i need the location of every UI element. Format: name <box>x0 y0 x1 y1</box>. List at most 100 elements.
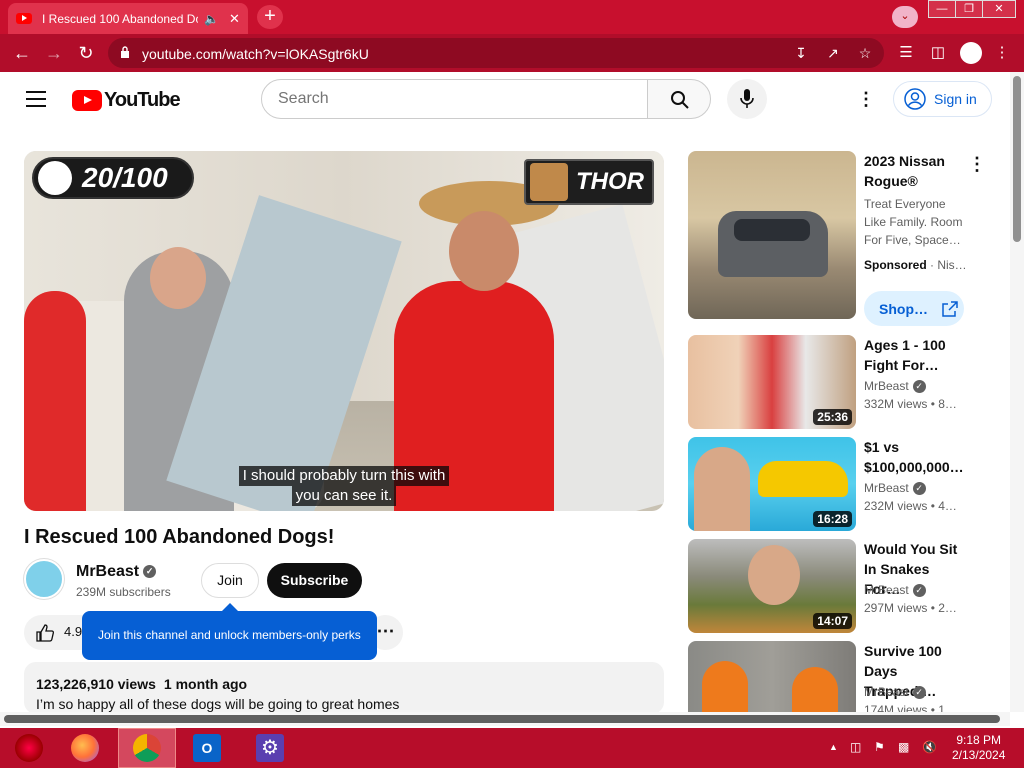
video-meta: 232M views • 4… <box>864 499 957 513</box>
video-meta: 174M views • 1… <box>864 703 957 712</box>
network-icon[interactable]: ◫ <box>850 740 861 754</box>
browser-tab[interactable]: I Rescued 100 Abandoned Dogs! 🔈 ✕ <box>8 3 248 34</box>
restore-button[interactable]: ❐ <box>955 0 983 18</box>
search-input[interactable] <box>278 90 618 108</box>
channel-name-text: MrBeast <box>864 685 909 699</box>
show-hidden-icons-icon[interactable]: ▲ <box>829 742 838 752</box>
verified-check-icon: ✓ <box>912 380 926 394</box>
horizontal-scrollbar[interactable] <box>0 712 1010 726</box>
thumbnail-car <box>758 461 848 497</box>
address-bar[interactable]: youtube.com/watch?v=lOKASgtr6kU ↧ ↗ ☆ <box>108 38 884 68</box>
youtube-play-icon <box>72 90 102 111</box>
upload-age: 1 month ago <box>163 676 248 692</box>
verified-check-icon: ✓ <box>912 686 926 700</box>
new-tab-button[interactable]: + <box>257 5 283 29</box>
channel-name: MrBeast ✓ <box>864 481 926 496</box>
install-icon[interactable]: ↧ <box>792 44 810 62</box>
volume-muted-icon[interactable]: 🔇 <box>922 740 937 754</box>
video-title[interactable]: Ages 1 - 100 Fight For… <box>864 335 964 375</box>
channel-name: MrBeast ✓ <box>864 583 926 598</box>
video-title: I Rescued 100 Abandoned Dogs! <box>24 526 335 548</box>
video-thumbnail[interactable]: 14:07 <box>688 539 856 633</box>
scrollbar-thumb[interactable] <box>4 715 1000 723</box>
video-duration: 25:36 <box>813 409 852 425</box>
system-clock[interactable]: 9:18 PM 2/13/2024 <box>952 733 1005 763</box>
search-button[interactable] <box>647 79 711 119</box>
tab-search-icon[interactable]: ⌄ <box>892 6 918 28</box>
ad-description: Treat Everyone Like Family. Room For Fiv… <box>864 197 963 247</box>
youtube-favicon-icon <box>16 13 32 24</box>
thumbnail-person <box>694 447 750 531</box>
scrollbar-thumb[interactable] <box>1013 76 1021 242</box>
dog-count-text: 20/100 <box>82 162 168 193</box>
channel-name[interactable]: MrBeast ✓ <box>76 563 157 581</box>
voice-search-button[interactable] <box>727 79 767 119</box>
taskbar-firefox[interactable] <box>56 728 114 768</box>
youtube-header: YouTube ⋮ Sign in <box>0 72 1010 128</box>
subscribe-button[interactable]: Subscribe <box>267 563 362 598</box>
back-arrow-icon[interactable]: ← <box>10 41 34 65</box>
youtube-logo[interactable]: YouTube <box>72 89 181 112</box>
dog-name-badge: THOR <box>524 159 654 205</box>
shop-button[interactable]: Shop… <box>864 291 964 326</box>
ad-title[interactable]: 2023 Nissan Rogue® <box>864 151 964 191</box>
vertical-scrollbar[interactable] <box>1010 72 1024 712</box>
sign-in-label: Sign in <box>934 91 977 107</box>
tab-title: I Rescued 100 Abandoned Dogs! <box>42 11 198 26</box>
verified-check-icon: ✓ <box>912 482 926 496</box>
hamburger-menu-icon[interactable] <box>26 91 46 107</box>
taskbar-outlook[interactable]: O <box>178 728 236 768</box>
join-button[interactable]: Join <box>201 563 259 598</box>
close-tab-icon[interactable]: ✕ <box>229 11 240 27</box>
subscriber-count: 239M subscribers <box>76 585 171 599</box>
taskbar-settings[interactable]: ⚙ <box>241 728 299 768</box>
settings-kebab-icon[interactable]: ⋮ <box>856 89 876 111</box>
search-icon <box>671 91 689 109</box>
video-title[interactable]: $1 vs $100,000,000… <box>864 437 964 477</box>
start-button[interactable] <box>0 728 58 768</box>
media-controls-icon[interactable]: ☰ <box>896 43 916 63</box>
recommended-video[interactable]: 25:36 Ages 1 - 100 Fight For… MrBeast ✓ 3… <box>688 335 998 431</box>
url-text: youtube.com/watch?v=lOKASgtr6kU <box>142 46 369 62</box>
recommended-video[interactable]: Survive 100 Days Trapped,… MrBeast ✓ 174M… <box>688 641 998 712</box>
taskbar-chrome[interactable] <box>118 728 176 768</box>
outlook-icon: O <box>193 734 221 762</box>
chrome-icon <box>133 734 161 762</box>
side-panel-icon[interactable]: ◫ <box>928 43 948 63</box>
video-meta: 297M views • 2… <box>864 601 957 615</box>
recommended-video[interactable]: 16:28 $1 vs $100,000,000… MrBeast ✓ 232M … <box>688 437 998 533</box>
video-thumbnail[interactable] <box>688 641 856 712</box>
channel-name-text: MrBeast <box>864 481 909 495</box>
sponsored-label: Sponsored <box>864 258 927 272</box>
youtube-logo-text: YouTube <box>104 89 181 111</box>
external-link-icon <box>942 300 958 317</box>
forward-arrow-icon[interactable]: → <box>42 41 66 65</box>
ethernet-icon[interactable]: ▩ <box>898 740 909 754</box>
search-box[interactable] <box>261 79 648 119</box>
close-window-button[interactable]: ✕ <box>982 0 1016 18</box>
channel-name-text: MrBeast <box>864 583 909 597</box>
profile-avatar[interactable] <box>960 42 982 64</box>
shop-label: Shop… <box>879 300 928 317</box>
ad-thumbnail[interactable] <box>688 151 856 319</box>
video-player[interactable]: 20/100 THOR I should probably turn this … <box>24 151 664 511</box>
video-meta: 332M views • 8… <box>864 397 957 411</box>
share-icon[interactable]: ↗ <box>824 44 842 62</box>
channel-name: MrBeast ✓ <box>864 379 926 394</box>
windows-taskbar: O ⚙ ▲ ◫ ⚑ ▩ 🔇 9:18 PM 2/13/2024 <box>0 728 1024 768</box>
dog-name-text: THOR <box>576 168 644 195</box>
chrome-menu-icon[interactable]: ⋮ <box>992 43 1012 63</box>
video-thumbnail[interactable]: 16:28 <box>688 437 856 531</box>
speaker-icon[interactable]: 🔈 <box>204 12 219 26</box>
recommended-video[interactable]: 14:07 Would You Sit In Snakes For… MrBea… <box>688 539 998 635</box>
ad-menu-icon[interactable]: ⋮ <box>968 154 986 175</box>
video-thumbnail[interactable]: 25:36 <box>688 335 856 429</box>
reload-icon[interactable]: ↻ <box>74 41 98 65</box>
ad-advertiser: · Nis… <box>930 258 967 272</box>
action-center-flag-icon[interactable]: ⚑ <box>874 740 885 754</box>
channel-avatar[interactable] <box>24 559 64 599</box>
minimize-button[interactable]: — <box>928 0 956 18</box>
sign-in-button[interactable]: Sign in <box>893 81 992 117</box>
description-box[interactable]: 123,226,910 views 1 month ago I’m so happ… <box>24 662 664 714</box>
bookmark-star-icon[interactable]: ☆ <box>856 44 874 62</box>
